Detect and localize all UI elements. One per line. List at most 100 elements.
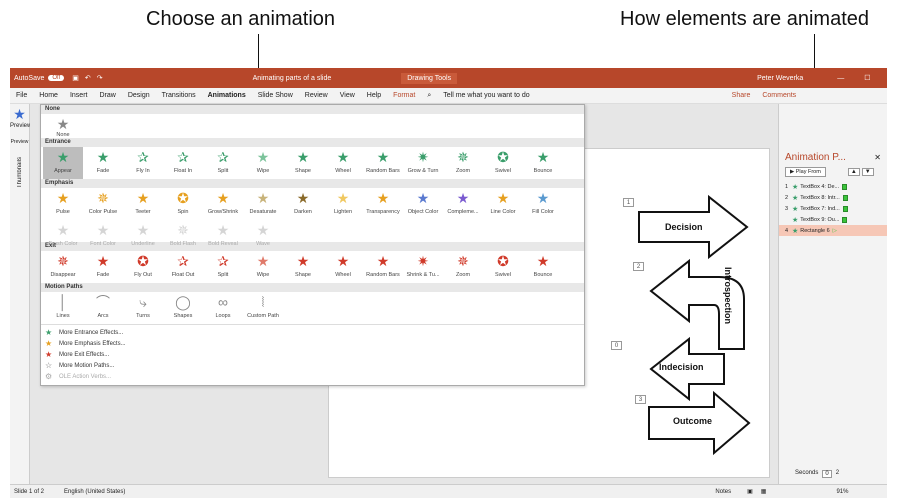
undo-icon[interactable]: ↶ xyxy=(85,74,91,82)
share-button[interactable]: Share xyxy=(732,92,751,99)
indecision-text[interactable]: Indecision xyxy=(659,362,704,372)
tab-design[interactable]: Design xyxy=(128,92,150,99)
anim-entrance-7[interactable]: ★ Wheel xyxy=(323,147,363,179)
tab-insert[interactable]: Insert xyxy=(70,92,88,99)
notes-button[interactable]: Notes xyxy=(715,489,731,495)
anim-emphasis-11[interactable]: ★ Line Color xyxy=(483,188,523,220)
anim-motion-0[interactable]: │ Lines xyxy=(43,292,83,324)
tab-slideshow[interactable]: Slide Show xyxy=(258,92,293,99)
anim-motion-1[interactable]: ⌒ Arcs xyxy=(83,292,123,324)
animation-list-item[interactable]: 4 ★ Rectangle 6 ▷ xyxy=(779,225,887,236)
animation-list-item[interactable]: 1 ★ TextBox 4: De... xyxy=(779,181,887,192)
tab-transitions[interactable]: Transitions xyxy=(162,92,196,99)
tab-animations[interactable]: Animations xyxy=(208,92,246,99)
anim-entrance-5[interactable]: ★ Wipe xyxy=(243,147,283,179)
anim-entrance-10[interactable]: ✵ Zoom xyxy=(443,147,483,179)
anim-emphasis-5[interactable]: ★ Desaturate xyxy=(243,188,283,220)
anim-emphasis-9[interactable]: ★ Object Color xyxy=(403,188,443,220)
anim-entrance-6[interactable]: ★ Shape xyxy=(283,147,323,179)
tell-me-input[interactable]: Tell me what you want to do xyxy=(443,92,529,99)
anim-exit-5[interactable]: ★ Wipe xyxy=(243,251,283,283)
anim-emphasis-6[interactable]: ★ Darken xyxy=(283,188,323,220)
anim-motion-4[interactable]: ∞ Loops xyxy=(203,292,243,324)
more-effects-item[interactable]: ★ More Exit Effects... xyxy=(41,349,584,360)
anim-emphasis-0[interactable]: ★ Pulse xyxy=(43,188,83,220)
anim-exit-7[interactable]: ★ Wheel xyxy=(323,251,363,283)
anim-entrance-12[interactable]: ★ Bounce xyxy=(523,147,563,179)
anim-entrance-1[interactable]: ★ Fade xyxy=(83,147,123,179)
seconds-label[interactable]: Seconds xyxy=(795,470,818,478)
normal-view-icon[interactable]: ▣ xyxy=(747,488,753,495)
autosave-toggle[interactable]: Off xyxy=(48,75,65,81)
timing-bar[interactable] xyxy=(842,183,848,190)
anim-exit-0[interactable]: ✵ Disappear xyxy=(43,251,83,283)
play-trigger-icon[interactable]: ▷ xyxy=(833,228,837,234)
tab-home[interactable]: Home xyxy=(39,92,58,99)
anim-exit-2[interactable]: ✪ Fly Out xyxy=(123,251,163,283)
anim-entrance-8[interactable]: ★ Random Bars xyxy=(363,147,403,179)
save-icon[interactable]: ▣ xyxy=(72,74,79,82)
move-up-icon[interactable]: ▲ xyxy=(847,168,860,176)
anim-emphasis-2[interactable]: ★ Teeter xyxy=(123,188,163,220)
comments-button[interactable]: Comments xyxy=(762,92,796,99)
anim-exit-6[interactable]: ★ Shape xyxy=(283,251,323,283)
timing-bar[interactable] xyxy=(842,205,848,212)
anim-emphasis-12[interactable]: ★ Fill Color xyxy=(523,188,563,220)
anim-entrance-3[interactable]: ✰ Float In xyxy=(163,147,203,179)
more-effects-item[interactable]: ☆ More Motion Paths... xyxy=(41,360,584,371)
anim-exit-12[interactable]: ★ Bounce xyxy=(523,251,563,283)
anim-motion-2[interactable]: ⤷ Turns xyxy=(123,292,163,324)
anim-emphasis-10[interactable]: ★ Compleme... xyxy=(443,188,483,220)
motion-effect-label: Custom Path xyxy=(247,313,279,319)
anim-entrance-0[interactable]: ★ Appear xyxy=(43,147,83,179)
anim-emphasis-7[interactable]: ★ Lighten xyxy=(323,188,363,220)
introspection-text[interactable]: Introspection xyxy=(723,267,733,324)
anim-exit-1[interactable]: ★ Fade xyxy=(83,251,123,283)
close-icon[interactable]: ✕ xyxy=(891,74,897,82)
anim-exit-8[interactable]: ★ Random Bars xyxy=(363,251,403,283)
anim-motion-5[interactable]: ⦚ Custom Path xyxy=(243,292,283,324)
tab-view[interactable]: View xyxy=(340,92,355,99)
entrance-effect-label: Random Bars xyxy=(366,168,400,174)
anim-exit-4[interactable]: ✰ Split xyxy=(203,251,243,283)
thumbnails-label[interactable]: Thumbnails xyxy=(17,157,23,188)
tab-help[interactable]: Help xyxy=(367,92,381,99)
maximize-icon[interactable]: ☐ xyxy=(864,74,870,82)
tab-format[interactable]: Format xyxy=(393,92,415,99)
anim-entrance-9[interactable]: ✷ Grow & Turn xyxy=(403,147,443,179)
preview-button[interactable]: ★ Preview xyxy=(10,106,31,129)
anim-entrance-4[interactable]: ✰ Split xyxy=(203,147,243,179)
more-effects-item[interactable]: ★ More Emphasis Effects... xyxy=(41,338,584,349)
tab-file[interactable]: File xyxy=(16,92,27,99)
anim-exit-10[interactable]: ✵ Zoom xyxy=(443,251,483,283)
redo-icon[interactable]: ↷ xyxy=(97,74,103,82)
anim-entrance-2[interactable]: ✰ Fly In xyxy=(123,147,163,179)
minimize-icon[interactable]: — xyxy=(837,75,844,82)
animation-list-item[interactable]: 3 ★ TextBox 7: Ind... xyxy=(779,203,887,214)
zoom-level[interactable]: 91% xyxy=(836,489,848,495)
anim-exit-9[interactable]: ✷ Shrink & Tu... xyxy=(403,251,443,283)
tab-draw[interactable]: Draw xyxy=(99,92,115,99)
animation-list-item[interactable]: ★ TextBox 9: Ou... xyxy=(779,214,887,225)
anim-exit-3[interactable]: ✰ Float Out xyxy=(163,251,203,283)
move-down-icon[interactable]: ▼ xyxy=(861,168,874,176)
decision-text[interactable]: Decision xyxy=(665,222,703,232)
more-effects-item[interactable]: ★ More Entrance Effects... xyxy=(41,327,584,338)
sorter-view-icon[interactable]: ▦ xyxy=(761,488,767,495)
anim-emphasis-4[interactable]: ★ Grow/Shrink xyxy=(203,188,243,220)
anim-motion-3[interactable]: ◯ Shapes xyxy=(163,292,203,324)
tab-review[interactable]: Review xyxy=(305,92,328,99)
animation-list-item[interactable]: 2 ★ TextBox 8: Intr... xyxy=(779,192,887,203)
language-label[interactable]: English (United States) xyxy=(64,489,125,495)
pane-close-icon[interactable]: ✕ xyxy=(874,153,881,162)
anim-emphasis-3[interactable]: ✪ Spin xyxy=(163,188,203,220)
anim-none[interactable]: ★ None xyxy=(43,114,83,138)
timing-bar[interactable] xyxy=(842,216,848,223)
timing-bar[interactable] xyxy=(842,194,848,201)
outcome-text[interactable]: Outcome xyxy=(673,416,712,426)
play-from-button[interactable]: ▶ Play From xyxy=(785,167,826,177)
anim-emphasis-8[interactable]: ★ Transparency xyxy=(363,188,403,220)
anim-exit-11[interactable]: ✪ Swivel xyxy=(483,251,523,283)
anim-emphasis-1[interactable]: ✵ Color Pulse xyxy=(83,188,123,220)
anim-entrance-11[interactable]: ✪ Swivel xyxy=(483,147,523,179)
